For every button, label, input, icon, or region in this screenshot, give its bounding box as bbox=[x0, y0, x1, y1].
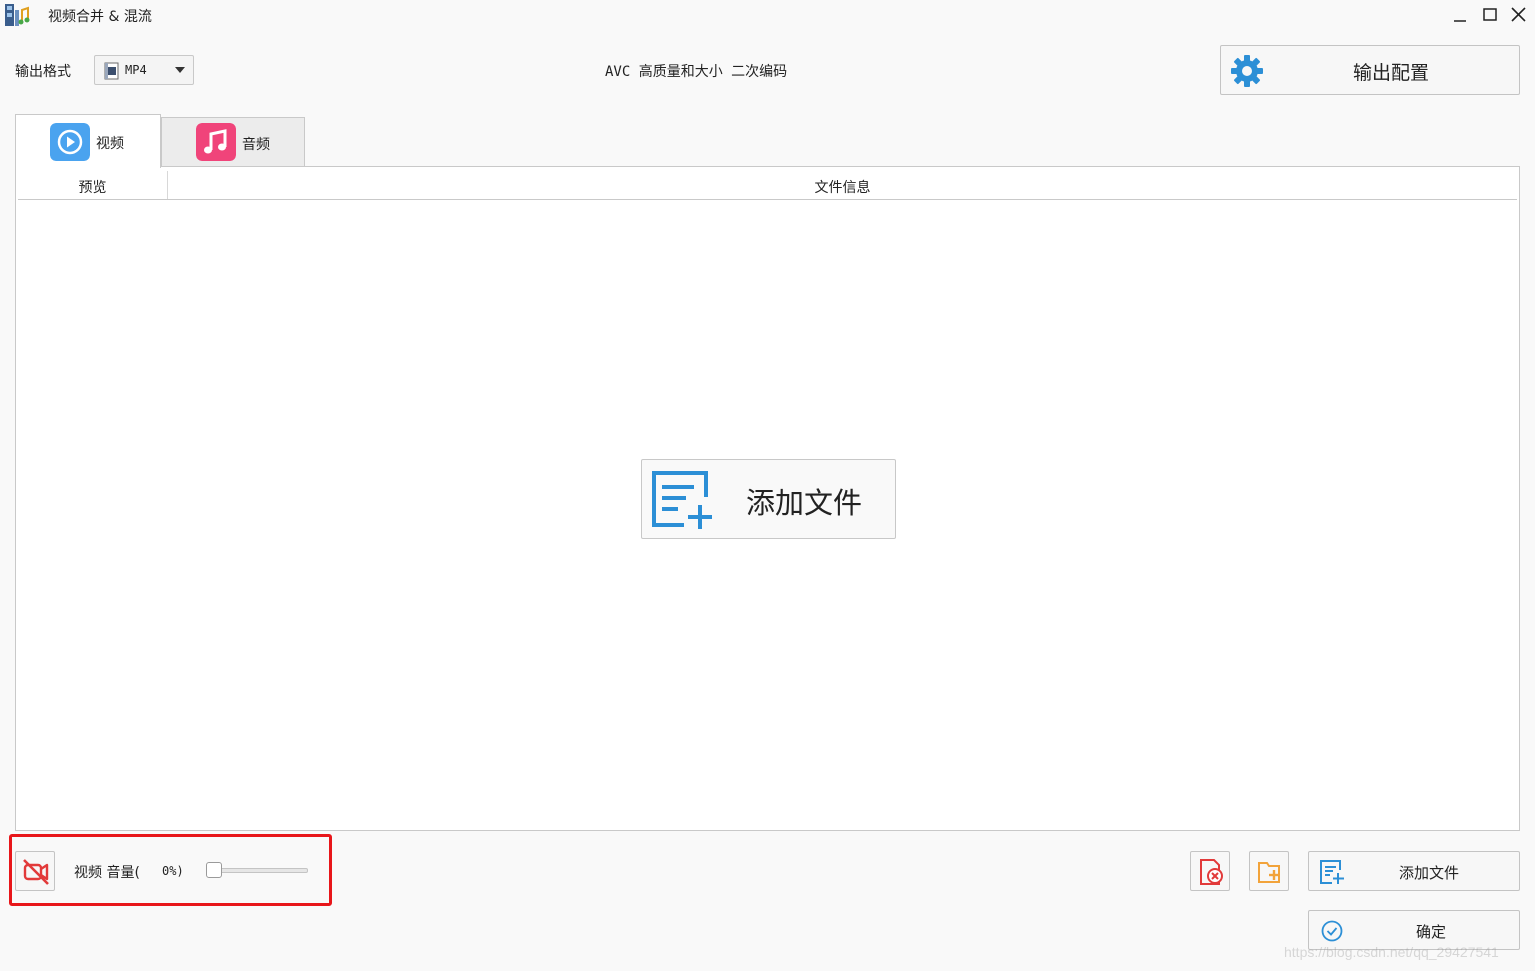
volume-slider-thumb[interactable] bbox=[206, 862, 222, 878]
volume-slider[interactable] bbox=[207, 868, 308, 873]
table-header: 预览 文件信息 bbox=[18, 171, 1517, 200]
volume-label: 视频 音量( bbox=[74, 862, 140, 882]
confirm-label: 确定 bbox=[1416, 923, 1447, 941]
mute-button[interactable] bbox=[15, 851, 55, 891]
column-header-preview[interactable]: 预览 bbox=[18, 171, 168, 199]
tab-video-label: 视频 bbox=[96, 136, 124, 152]
add-file-icon bbox=[1320, 860, 1344, 884]
muted-video-icon bbox=[23, 859, 49, 885]
volume-percent: 0%) bbox=[162, 864, 184, 878]
output-format-label: 输出格式 bbox=[15, 64, 71, 80]
minimize-icon[interactable] bbox=[1448, 4, 1472, 26]
output-config-label: 输出配置 bbox=[1353, 62, 1430, 84]
chevron-down-icon bbox=[175, 67, 185, 73]
close-icon[interactable] bbox=[1507, 4, 1531, 26]
app-logo-icon bbox=[5, 4, 30, 26]
watermark: https://blog.csdn.net/qq_29427541 bbox=[1284, 944, 1499, 960]
remove-file-icon bbox=[1200, 859, 1223, 885]
title-bar: 视频合并 & 混流 bbox=[0, 0, 1535, 30]
file-list-panel: 预览 文件信息 添加文件 bbox=[15, 166, 1520, 831]
play-circle-icon bbox=[50, 123, 90, 161]
tab-audio-label: 音频 bbox=[242, 137, 270, 153]
music-note-icon bbox=[196, 123, 236, 161]
add-folder-icon bbox=[1258, 862, 1280, 883]
add-file-label: 添加文件 bbox=[1399, 864, 1460, 882]
tab-video[interactable]: 视频 bbox=[15, 114, 161, 168]
encode-info-text: AVC 高质量和大小 二次编码 bbox=[605, 64, 788, 80]
output-format-value: MP4 bbox=[125, 63, 147, 77]
video-file-icon bbox=[104, 62, 119, 80]
add-file-center-label: 添加文件 bbox=[746, 486, 863, 520]
output-config-button[interactable]: 输出配置 bbox=[1220, 45, 1520, 95]
add-file-center-button[interactable]: 添加文件 bbox=[641, 459, 896, 539]
add-folder-button[interactable] bbox=[1249, 851, 1289, 891]
output-format-dropdown[interactable]: MP4 bbox=[94, 55, 194, 85]
track-label: 视频 bbox=[74, 865, 102, 881]
add-file-button[interactable]: 添加文件 bbox=[1308, 851, 1520, 891]
tab-audio[interactable]: 音频 bbox=[161, 117, 305, 166]
volume-text: 音量( bbox=[106, 865, 140, 881]
column-header-file-info[interactable]: 文件信息 bbox=[168, 171, 1517, 199]
remove-file-button[interactable] bbox=[1190, 851, 1230, 891]
window-title: 视频合并 & 混流 bbox=[48, 9, 152, 25]
check-circle-icon bbox=[1321, 920, 1343, 942]
gear-icon bbox=[1231, 55, 1263, 87]
maximize-icon[interactable] bbox=[1478, 4, 1502, 26]
add-file-icon bbox=[652, 471, 712, 529]
